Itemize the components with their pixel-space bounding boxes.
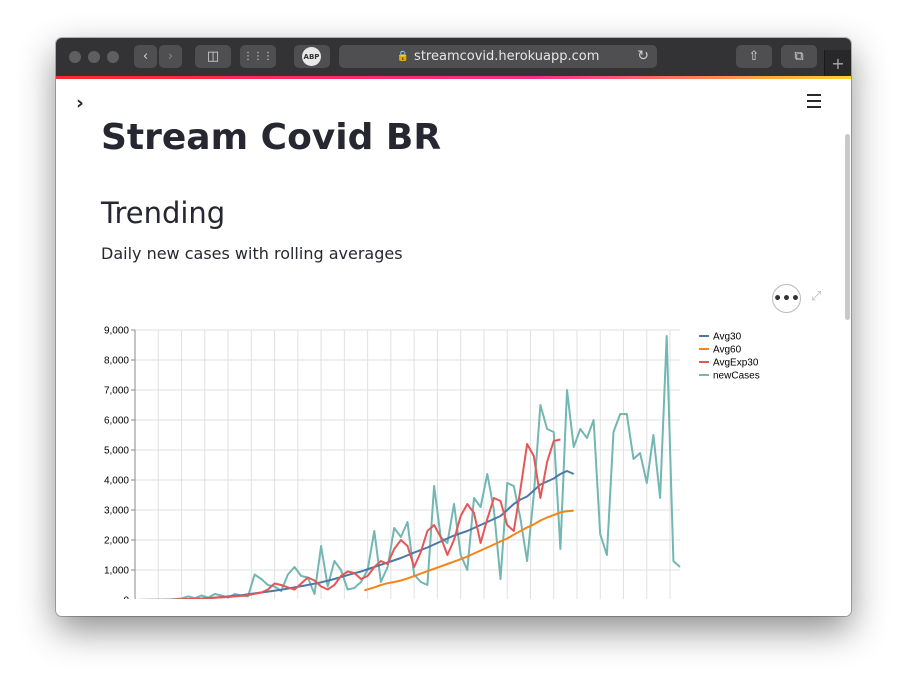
plus-icon: + — [831, 53, 845, 73]
grid-icon: ⋮⋮⋮ — [243, 51, 273, 62]
address-bar[interactable]: 🔒 streamcovid.herokuapp.com ↻ — [339, 45, 657, 68]
minimize-window-button[interactable] — [88, 51, 100, 63]
back-button[interactable]: ‹ — [134, 45, 157, 68]
sidebar-expand-icon[interactable]: › — [76, 92, 84, 114]
y-tick-label: 5,000 — [104, 446, 129, 457]
series-line-newcases — [134, 335, 681, 599]
legend-label: Avg30 — [713, 332, 742, 343]
url-text: streamcovid.herokuapp.com — [414, 49, 600, 64]
browser-window: ‹ › ◫ ⋮⋮⋮ ABP 🔒 streamcovid.herokuapp.co… — [56, 38, 851, 616]
tab-overview-button[interactable]: ⋮⋮⋮ — [240, 45, 276, 68]
y-tick-label: 6,000 — [104, 416, 129, 427]
chart-actions-button[interactable]: ••• — [772, 284, 801, 313]
more-icon: ••• — [773, 290, 800, 307]
tabs-icon: ⧉ — [794, 49, 804, 64]
section-heading: Trending — [101, 196, 226, 230]
legend-label: Avg60 — [713, 345, 742, 356]
page-title: Stream Covid BR — [101, 117, 442, 158]
y-tick-label: 8,000 — [104, 356, 129, 367]
hamburger-menu-icon[interactable] — [807, 94, 821, 112]
y-tick-label: 4,000 — [104, 476, 129, 487]
share-button[interactable]: ⇧ — [736, 45, 772, 68]
adblock-plus-button[interactable]: ABP — [294, 45, 330, 68]
y-tick-label: 7,000 — [104, 386, 129, 397]
sidebar-icon: ◫ — [206, 49, 220, 64]
series-line-avg30 — [134, 470, 575, 599]
chevron-right-icon: › — [167, 49, 174, 64]
legend-label: newCases — [713, 371, 760, 382]
close-window-button[interactable] — [69, 51, 81, 63]
share-icon: ⇧ — [748, 49, 760, 64]
tabs-button[interactable]: ⧉ — [781, 45, 817, 68]
legend-label: AvgExp30 — [713, 358, 759, 369]
y-tick-label: 0 — [123, 596, 129, 600]
reload-icon[interactable]: ↻ — [637, 48, 649, 64]
adblock-icon: ABP — [302, 47, 321, 66]
chevron-left-icon: ‹ — [142, 49, 149, 64]
browser-toolbar: ‹ › ◫ ⋮⋮⋮ ABP 🔒 streamcovid.herokuapp.co… — [56, 38, 851, 77]
page-content: › Stream Covid BR Trending Daily new cas… — [56, 79, 851, 616]
fullscreen-icon[interactable]: ⤢ — [811, 289, 821, 304]
sidebar-toggle-button[interactable]: ◫ — [195, 45, 231, 68]
zoom-window-button[interactable] — [107, 51, 119, 63]
new-tab-button[interactable]: + — [824, 50, 851, 76]
section-description: Daily new cases with rolling averages — [101, 244, 403, 263]
y-tick-label: 1,000 — [104, 566, 129, 577]
y-tick-label: 2,000 — [104, 536, 129, 547]
lock-icon: 🔒 — [396, 51, 410, 62]
scrollbar[interactable] — [845, 134, 850, 320]
forward-button[interactable]: › — [159, 45, 182, 68]
y-tick-label: 3,000 — [104, 506, 129, 517]
y-tick-label: 9,000 — [104, 326, 129, 337]
trend-chart: 9,000 8,000 7,000 6,000 5,000 4,000 3,000 2,000… — [104, 326, 760, 600]
